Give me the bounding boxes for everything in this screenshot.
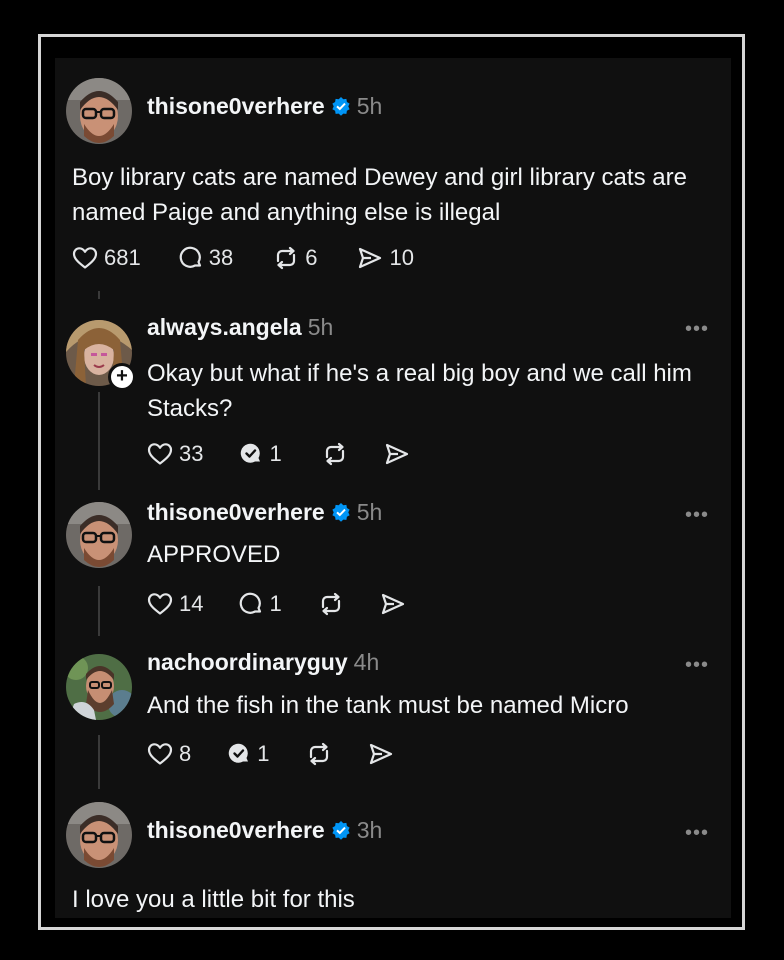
- heart-icon: [147, 442, 173, 466]
- reply-count: 38: [208, 245, 234, 270]
- repost-icon: [306, 742, 332, 766]
- post-time: 5h: [356, 93, 383, 119]
- post-actions: 681 38 6 10: [72, 245, 414, 271]
- repost-icon: [318, 592, 344, 616]
- post-text: APPROVED: [147, 541, 281, 568]
- username[interactable]: nachoordinaryguy: [147, 649, 348, 675]
- post-text: And the fish in the tank must be named M…: [147, 692, 629, 719]
- more-options-icon[interactable]: •••: [685, 654, 709, 677]
- reply-replied-icon: [227, 742, 251, 766]
- username[interactable]: thisone0verhere: [147, 93, 325, 119]
- share-button[interactable]: [380, 592, 406, 616]
- reply-button[interactable]: 1: [227, 741, 270, 767]
- repost-button[interactable]: [318, 592, 344, 616]
- send-icon: [357, 246, 383, 270]
- like-button[interactable]: 14: [147, 591, 203, 617]
- repost-button[interactable]: 6: [273, 245, 317, 271]
- verified-badge-icon: [331, 96, 351, 121]
- post-actions: 14 1: [147, 591, 406, 617]
- post-actions: 8 1: [147, 741, 394, 767]
- like-count: 33: [179, 441, 204, 466]
- username[interactable]: thisone0verhere: [147, 817, 325, 843]
- thread-line: [98, 586, 100, 636]
- like-button[interactable]: 8: [147, 741, 191, 767]
- thread-line: [98, 392, 100, 490]
- comment-icon: [239, 592, 263, 616]
- reply-button[interactable]: 38: [179, 245, 233, 271]
- heart-icon: [72, 246, 98, 270]
- more-options-icon[interactable]: •••: [685, 504, 709, 527]
- post-header: thisone0verhere 5h: [147, 499, 382, 527]
- avatar-nachoordinaryguy[interactable]: [66, 654, 132, 720]
- heart-icon: [147, 742, 173, 766]
- verified-badge-icon: [331, 502, 351, 527]
- repost-icon: [273, 246, 299, 270]
- post-header: thisone0verhere 5h: [147, 93, 382, 121]
- comment-icon: [179, 246, 203, 270]
- avatar-thisone0verhere[interactable]: [66, 502, 132, 568]
- send-icon: [368, 742, 394, 766]
- like-count: 14: [179, 591, 204, 616]
- like-button[interactable]: 33: [147, 441, 203, 467]
- like-count: 8: [179, 741, 192, 766]
- reply-replied-icon: [239, 442, 263, 466]
- thread-panel: thisone0verhere 5h Boy library cats are n…: [55, 58, 731, 918]
- share-button[interactable]: [384, 442, 410, 466]
- send-icon: [384, 442, 410, 466]
- follow-plus-icon[interactable]: +: [108, 363, 136, 391]
- reply-count: 1: [269, 591, 282, 616]
- post-actions: 33 1: [147, 441, 410, 467]
- like-count: 681: [104, 245, 141, 270]
- post-text: I love you a little bit for this: [72, 886, 355, 913]
- thread-line: [98, 291, 100, 299]
- like-button[interactable]: 681: [72, 245, 141, 271]
- post-time: 4h: [353, 649, 380, 675]
- heart-icon: [147, 592, 173, 616]
- post-text: Boy library cats are named Dewey and gir…: [72, 164, 687, 226]
- reply-button[interactable]: 1: [239, 591, 282, 617]
- share-count: 10: [389, 245, 414, 270]
- avatar-thisone0verhere[interactable]: [66, 78, 132, 144]
- verified-badge-icon: [331, 820, 351, 845]
- repost-icon: [322, 442, 348, 466]
- repost-button[interactable]: [306, 742, 332, 766]
- post-time: 5h: [307, 314, 334, 340]
- post-header: always.angela 5h: [147, 314, 333, 341]
- reply-count: 1: [257, 741, 270, 766]
- more-options-icon[interactable]: •••: [685, 822, 709, 845]
- post-time: 5h: [356, 499, 383, 525]
- send-icon: [380, 592, 406, 616]
- username[interactable]: thisone0verhere: [147, 499, 325, 525]
- post-time: 3h: [356, 817, 383, 843]
- reply-count: 1: [269, 441, 282, 466]
- share-button[interactable]: [368, 742, 394, 766]
- post-text: Okay but what if he's a real big boy and…: [147, 360, 692, 422]
- reply-button[interactable]: 1: [239, 441, 282, 467]
- repost-button[interactable]: [322, 442, 348, 466]
- post-header: thisone0verhere 3h: [147, 817, 382, 845]
- repost-count: 6: [305, 245, 318, 270]
- username[interactable]: always.angela: [147, 314, 302, 340]
- more-options-icon[interactable]: •••: [685, 318, 709, 341]
- thread-line: [98, 735, 100, 789]
- avatar-thisone0verhere[interactable]: [66, 802, 132, 868]
- post-header: nachoordinaryguy 4h: [147, 649, 379, 676]
- share-button[interactable]: 10: [357, 245, 414, 271]
